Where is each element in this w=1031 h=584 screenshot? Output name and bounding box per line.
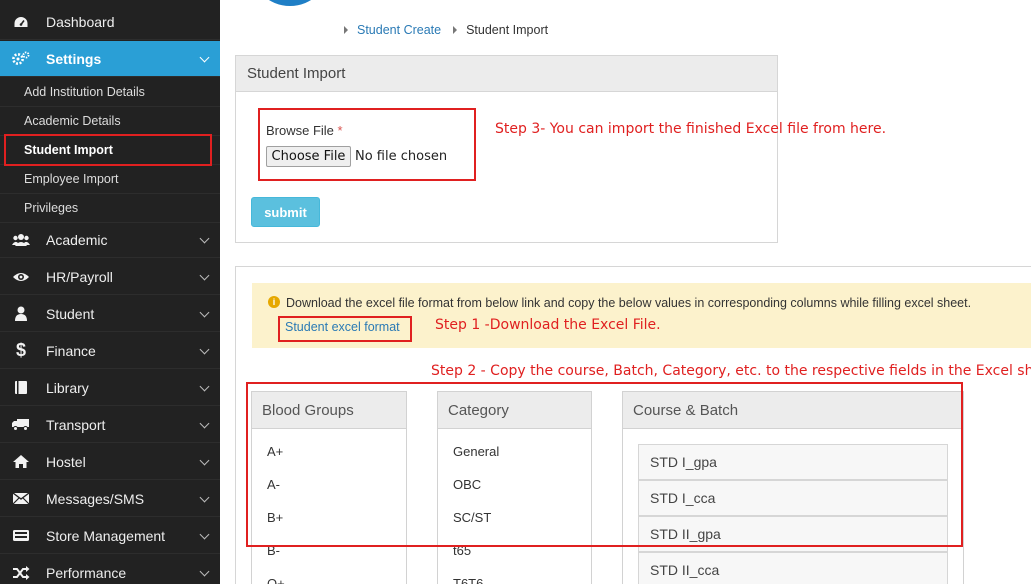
list-item: STD I_cca [638,480,948,516]
student-excel-format-link[interactable]: Student excel format [285,320,400,334]
breadcrumb-current: Student Import [466,23,549,37]
breadcrumb-arrow-icon [453,26,458,34]
sidebar-item-library[interactable]: Library [0,370,220,406]
list-item: OBC [453,477,482,492]
sidebar-item-performance[interactable]: Performance [0,555,220,584]
choose-file-button[interactable]: Choose File [266,146,351,167]
sidebar-item-label: Messages/SMS [46,490,145,507]
list-item: O+ [267,576,285,584]
blood-groups-title: Blood Groups [252,392,406,429]
sidebar-item-store-management[interactable]: Store Management [0,518,220,554]
envelope-icon [11,492,31,505]
list-item: A+ [267,444,284,459]
gears-icon [11,51,31,66]
list-item: B+ [267,510,284,525]
info-text: Download the excel file format from belo… [286,296,972,310]
sidebar-item-label: Finance [46,342,96,359]
sidebar-item-label: Hostel [46,453,86,470]
list-item: B- [267,543,280,558]
sidebar: Dashboard Settings Add Institution Detai… [0,0,220,584]
submenu-employee-import[interactable]: Employee Import [0,165,220,194]
list-item: A- [267,477,280,492]
sidebar-item-label: Transport [46,416,106,433]
chevron-down-icon [199,418,210,429]
chevron-down-icon [199,52,210,63]
list-item: SC/ST [453,510,492,525]
submit-button[interactable]: submit [251,197,320,227]
chevron-down-icon [199,566,210,577]
info-alert: i Download the excel file format from be… [252,283,1031,348]
shuffle-icon [11,565,31,580]
dollar-icon: $ [15,340,26,360]
home-icon [11,454,31,469]
sidebar-item-student[interactable]: Student [0,296,220,332]
annotation-step3: Step 3- You can import the finished Exce… [495,121,887,137]
sidebar-item-label: Store Management [46,527,166,544]
category-title: Category [438,392,591,429]
annotation-step1: Step 1 -Download the Excel File. [435,317,661,333]
list-item: General [453,444,500,459]
list-item: STD II_cca [638,552,948,584]
logo [250,0,330,6]
user-icon [11,306,31,321]
sidebar-item-label: Settings [46,50,102,67]
sidebar-item-hr-payroll[interactable]: HR/Payroll [0,259,220,295]
submenu-privileges[interactable]: Privileges [0,194,220,223]
sidebar-item-hostel[interactable]: Hostel [0,444,220,480]
course-batch-title: Course & Batch [623,392,963,429]
list-item: STD I_gpa [638,444,948,480]
annotation-step2: Step 2 - Copy the course, Batch, Categor… [431,363,1031,379]
tablet-icon [11,529,31,542]
blood-groups-panel: Blood Groups A+ A- B+ B- O+ [251,391,407,584]
submenu-student-import[interactable]: Student Import [0,136,220,165]
sidebar-item-label: Library [46,379,89,396]
sidebar-item-academic[interactable]: Academic [0,222,220,258]
sidebar-item-label: HR/Payroll [46,268,113,285]
breadcrumb-link-student-create[interactable]: Student Create [357,23,441,37]
info-icon: i [268,296,280,308]
required-mark: * [337,123,343,138]
submenu-academic-details[interactable]: Academic Details [0,107,220,136]
dashboard-icon [11,15,31,29]
users-icon [11,233,31,247]
list-item: t65 [453,543,472,558]
list-item: STD II_gpa [638,516,948,552]
chevron-down-icon [199,381,210,392]
chevron-down-icon [199,233,210,244]
breadcrumb: Student Create Student Import [344,23,548,37]
browse-file-label-text: Browse File [266,123,334,138]
sidebar-item-label: Student [46,305,95,322]
truck-icon [11,418,31,431]
chevron-down-icon [199,529,210,540]
chevron-down-icon [199,344,210,355]
panel-title: Student Import [236,56,777,92]
submenu-add-institution-details[interactable]: Add Institution Details [0,78,220,107]
book-icon [11,380,31,395]
sidebar-item-label: Dashboard [46,13,115,30]
sidebar-item-finance[interactable]: $ Finance [0,333,220,369]
sidebar-item-label: Academic [46,231,108,248]
list-item: T6T6 [453,576,484,584]
breadcrumb-arrow-icon [344,26,348,34]
browse-file-label: Browse File * [266,123,343,138]
sidebar-item-transport[interactable]: Transport [0,407,220,443]
eye-icon [11,271,31,283]
chevron-down-icon [199,492,210,503]
course-batch-panel: Course & Batch STD I_gpa STD I_cca STD I… [622,391,964,584]
chevron-down-icon [199,455,210,466]
chevron-down-icon [199,307,210,318]
file-status-text: No file chosen [355,149,448,164]
sidebar-item-dashboard[interactable]: Dashboard [0,4,220,40]
sidebar-item-messages-sms[interactable]: Messages/SMS [0,481,220,517]
chevron-down-icon [199,270,210,281]
category-panel: Category General OBC SC/ST t65 T6T6 [437,391,592,584]
sidebar-item-settings[interactable]: Settings [0,41,220,77]
sidebar-item-label: Performance [46,564,127,581]
